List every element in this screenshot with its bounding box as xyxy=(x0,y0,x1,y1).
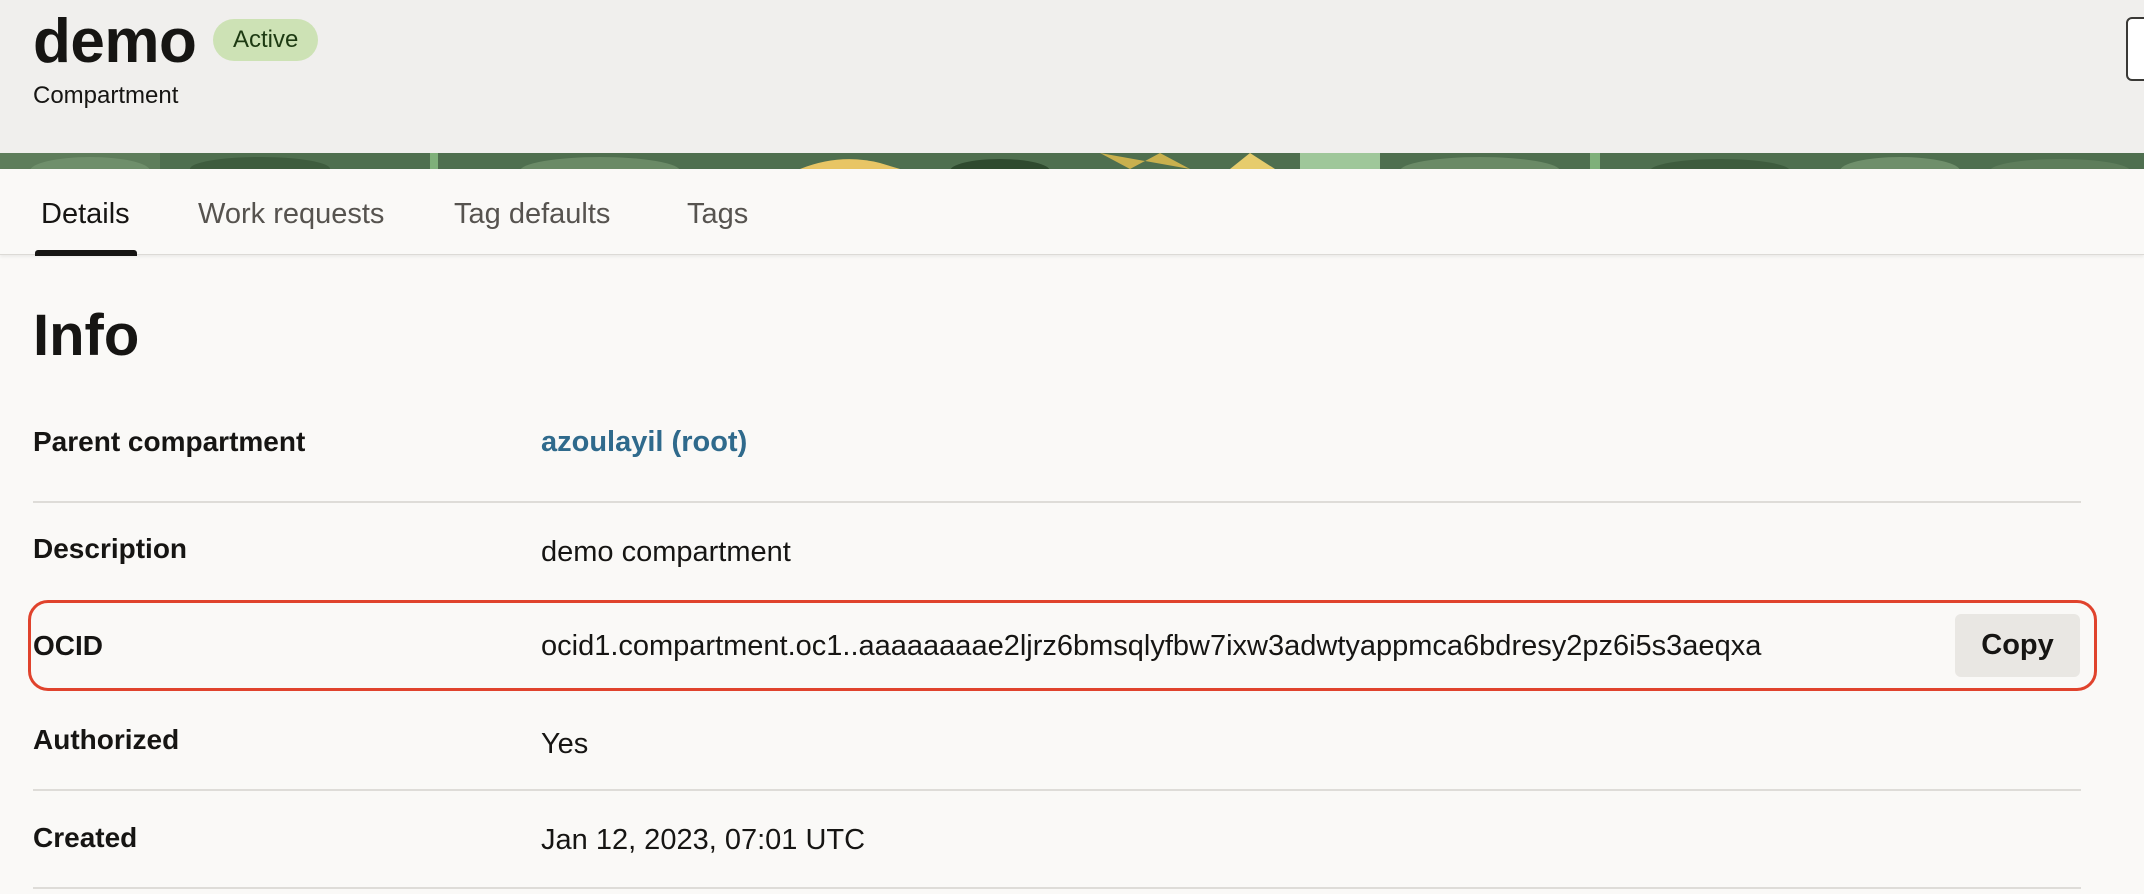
active-tab-indicator xyxy=(35,250,137,256)
row-label: Authorized xyxy=(33,724,180,755)
banner-pattern-icon xyxy=(0,153,2144,169)
status-badge: Active xyxy=(213,19,319,61)
detail-row-ocid: OCID ocid1.compartment.oc1..aaaaaaaae2lj… xyxy=(33,630,2081,670)
row-label: Description xyxy=(33,533,188,564)
tab-work-requests[interactable]: Work requests xyxy=(198,169,384,255)
copy-button[interactable]: Copy xyxy=(1955,614,2080,677)
parent-compartment-link[interactable]: azoulayil (root) xyxy=(541,426,747,459)
divider xyxy=(33,501,2081,503)
tab-bar: Details Work requests Tag defaults Tags xyxy=(0,169,2144,255)
row-label: Parent compartment xyxy=(33,426,306,457)
detail-row-authorized: Authorized Yes xyxy=(33,724,2081,764)
row-label: Created xyxy=(33,822,138,853)
tab-tag-defaults[interactable]: Tag defaults xyxy=(454,169,610,255)
divider xyxy=(33,789,2081,791)
tab-details[interactable]: Details xyxy=(41,169,130,255)
page-subtitle: Compartment xyxy=(33,82,179,109)
row-value: Jan 12, 2023, 07:01 UTC xyxy=(541,824,866,856)
section-title: Info xyxy=(33,303,140,368)
page-title: demo xyxy=(33,7,197,76)
decorative-banner xyxy=(0,153,2144,169)
row-value: Yes xyxy=(541,728,589,760)
divider xyxy=(33,887,2081,889)
row-label: OCID xyxy=(33,630,103,661)
detail-row-created: Created Jan 12, 2023, 07:01 UTC xyxy=(33,822,2081,862)
detail-row-description: Description demo compartment xyxy=(33,533,2081,573)
tab-tags[interactable]: Tags xyxy=(687,169,748,255)
ocid-value: ocid1.compartment.oc1..aaaaaaaae2ljrz6bm… xyxy=(541,630,1762,662)
header-action-button[interactable] xyxy=(2126,17,2144,81)
detail-row-parent-compartment: Parent compartment azoulayil (root) xyxy=(33,426,2081,466)
row-value: demo compartment xyxy=(541,536,791,568)
page-header: demo Active Compartment xyxy=(0,0,2144,153)
